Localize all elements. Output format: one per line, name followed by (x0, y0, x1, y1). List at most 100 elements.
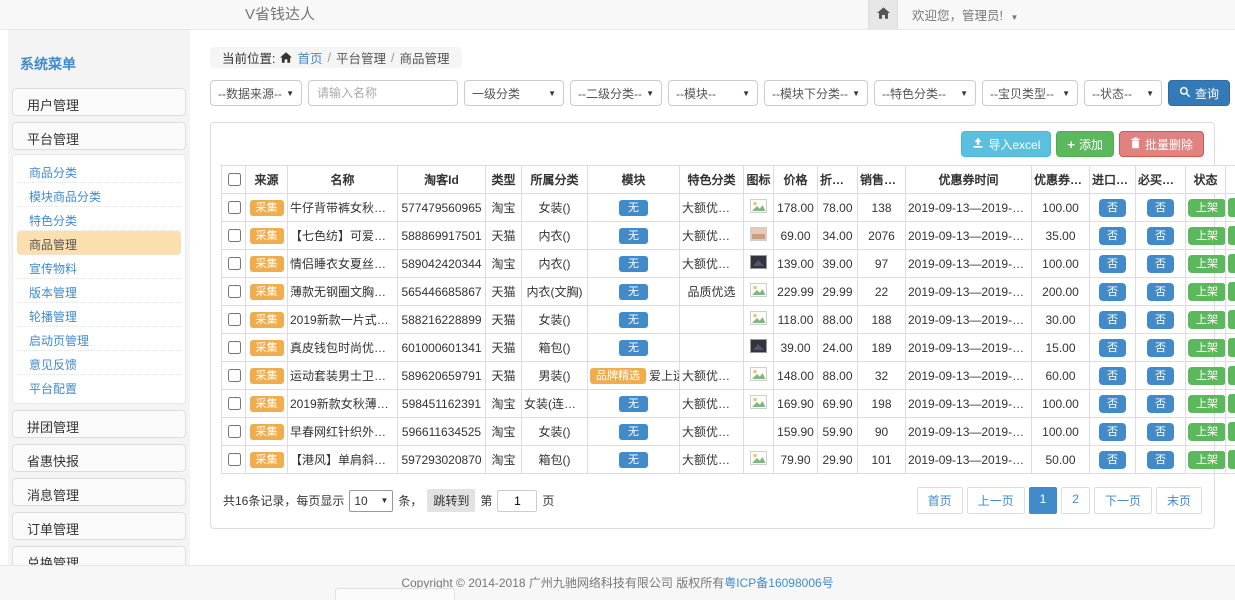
must-buy-toggle[interactable]: 否 (1147, 395, 1174, 413)
row-checkbox[interactable] (228, 453, 241, 466)
row-checkbox[interactable] (228, 313, 241, 326)
filter-select-feature-category[interactable]: --特色分类--▼ (874, 80, 976, 106)
filter-select-item-type[interactable]: --宝贝类型--▼ (982, 80, 1078, 106)
sidebar-item-商品分类[interactable]: 商品分类 (17, 159, 181, 183)
import-choice-toggle[interactable]: 否 (1099, 367, 1126, 385)
edit-button[interactable] (1228, 422, 1235, 441)
import-choice-toggle[interactable]: 否 (1099, 451, 1126, 469)
row-checkbox[interactable] (228, 425, 241, 438)
query-button[interactable]: 查询 (1168, 80, 1230, 106)
import-choice-toggle[interactable]: 否 (1099, 227, 1126, 245)
taoke-id-cell: 588216228899 (398, 306, 486, 334)
must-buy-toggle[interactable]: 否 (1147, 423, 1174, 441)
status-badge[interactable]: 上架 (1188, 255, 1226, 273)
jump-page-input[interactable] (497, 490, 537, 512)
must-buy-toggle[interactable]: 否 (1147, 255, 1174, 273)
filter-select-value: --模块-- (676, 85, 716, 102)
status-badge[interactable]: 上架 (1188, 283, 1226, 301)
must-buy-toggle[interactable]: 否 (1147, 367, 1174, 385)
status-badge[interactable]: 上架 (1188, 339, 1226, 357)
sidebar-group-拼团管理[interactable]: 拼团管理 (12, 410, 186, 438)
import-choice-toggle[interactable]: 否 (1099, 199, 1126, 217)
must-buy-toggle[interactable]: 否 (1147, 199, 1174, 217)
taoke-id-cell: 565446685867 (398, 278, 486, 306)
must-buy-toggle[interactable]: 否 (1147, 227, 1174, 245)
jump-button[interactable]: 跳转到 (427, 489, 475, 512)
row-checkbox[interactable] (228, 369, 241, 382)
breadcrumb-home-link[interactable]: 首页 (297, 48, 322, 67)
edit-button[interactable] (1228, 226, 1235, 245)
sidebar-item-商品管理[interactable]: 商品管理 (17, 231, 181, 255)
row-checkbox[interactable] (228, 257, 241, 270)
sidebar-group-用户管理[interactable]: 用户管理 (12, 88, 186, 116)
import-choice-cell: 否 (1090, 250, 1136, 278)
sidebar-item-宣传物料[interactable]: 宣传物料 (17, 255, 181, 279)
edit-button[interactable] (1228, 310, 1235, 329)
import-choice-toggle[interactable]: 否 (1099, 283, 1126, 301)
status-badge[interactable]: 上架 (1188, 451, 1226, 469)
status-badge[interactable]: 上架 (1188, 367, 1226, 385)
status-badge[interactable]: 上架 (1188, 227, 1226, 245)
icp-link[interactable]: 粤ICP备16098006号 (724, 576, 833, 590)
status-badge[interactable]: 上架 (1188, 423, 1226, 441)
must-buy-toggle[interactable]: 否 (1147, 311, 1174, 329)
query-button-label: 查询 (1195, 85, 1219, 102)
row-checkbox[interactable] (228, 229, 241, 242)
edit-button[interactable] (1228, 254, 1235, 273)
row-checkbox[interactable] (228, 285, 241, 298)
home-button[interactable] (868, 0, 898, 29)
status-badge[interactable]: 上架 (1188, 199, 1226, 217)
sidebar-item-意见反馈[interactable]: 意见反馈 (17, 351, 181, 375)
filter-select-module-subcategory[interactable]: --模块下分类--▼ (764, 80, 868, 106)
name-search-input[interactable] (308, 80, 458, 106)
import-choice-toggle[interactable]: 否 (1099, 255, 1126, 273)
product-thumbnail-icon (750, 370, 767, 384)
edit-button[interactable] (1228, 282, 1235, 301)
import-excel-button[interactable]: 导入excel (961, 131, 1051, 157)
import-choice-toggle[interactable]: 否 (1099, 423, 1126, 441)
row-checkbox[interactable] (228, 397, 241, 410)
filter-select-level1-category[interactable]: 一级分类▼ (464, 80, 564, 106)
import-choice-toggle[interactable]: 否 (1099, 311, 1126, 329)
sidebar-item-版本管理[interactable]: 版本管理 (17, 279, 181, 303)
row-checkbox[interactable] (228, 341, 241, 354)
sidebar-item-轮播管理[interactable]: 轮播管理 (17, 303, 181, 327)
page-button-首页[interactable]: 首页 (917, 487, 963, 514)
page-button-末页[interactable]: 末页 (1156, 487, 1202, 514)
sidebar-group-省惠快报[interactable]: 省惠快报 (12, 444, 186, 472)
page-button-下一页[interactable]: 下一页 (1094, 487, 1152, 514)
edit-button[interactable] (1228, 198, 1235, 217)
filter-select-module[interactable]: --模块--▼ (668, 80, 758, 106)
batch-delete-button[interactable]: 批量删除 (1119, 131, 1204, 157)
edit-button[interactable] (1228, 394, 1235, 413)
must-buy-toggle[interactable]: 否 (1147, 339, 1174, 357)
page-button-2[interactable]: 2 (1061, 487, 1090, 514)
select-all-checkbox[interactable] (228, 173, 241, 186)
sidebar-group-兑换管理[interactable]: 兑换管理 (12, 546, 186, 565)
sidebar-group-订单管理[interactable]: 订单管理 (12, 512, 186, 540)
edit-button[interactable] (1228, 366, 1235, 385)
page-button-上一页[interactable]: 上一页 (967, 487, 1025, 514)
row-checkbox[interactable] (228, 201, 241, 214)
status-badge[interactable]: 上架 (1188, 395, 1226, 413)
sidebar-item-特色分类[interactable]: 特色分类 (17, 207, 181, 231)
filter-select-data-source[interactable]: --数据来源--▼ (210, 80, 302, 106)
edit-button[interactable] (1228, 450, 1235, 469)
must-buy-toggle[interactable]: 否 (1147, 451, 1174, 469)
must-buy-toggle[interactable]: 否 (1147, 283, 1174, 301)
page-button-1[interactable]: 1 (1029, 487, 1058, 514)
sidebar-item-平台配置[interactable]: 平台配置 (17, 375, 181, 399)
filter-select-level2-category[interactable]: --二级分类--▼ (570, 80, 662, 106)
sidebar-group-消息管理[interactable]: 消息管理 (12, 478, 186, 506)
import-choice-toggle[interactable]: 否 (1099, 395, 1126, 413)
filter-select-status[interactable]: --状态--▼ (1084, 80, 1162, 106)
add-button[interactable]: + 添加 (1056, 131, 1114, 157)
status-badge[interactable]: 上架 (1188, 311, 1226, 329)
import-choice-toggle[interactable]: 否 (1099, 339, 1126, 357)
sidebar-group-平台管理[interactable]: 平台管理 (12, 122, 186, 150)
sidebar-item-启动页管理[interactable]: 启动页管理 (17, 327, 181, 351)
per-page-select[interactable]: 10 ▼ (349, 490, 393, 512)
edit-button[interactable] (1228, 338, 1235, 357)
sidebar-item-模块商品分类[interactable]: 模块商品分类 (17, 183, 181, 207)
user-menu[interactable]: 欢迎您，管理员! ▼ (912, 5, 1018, 24)
